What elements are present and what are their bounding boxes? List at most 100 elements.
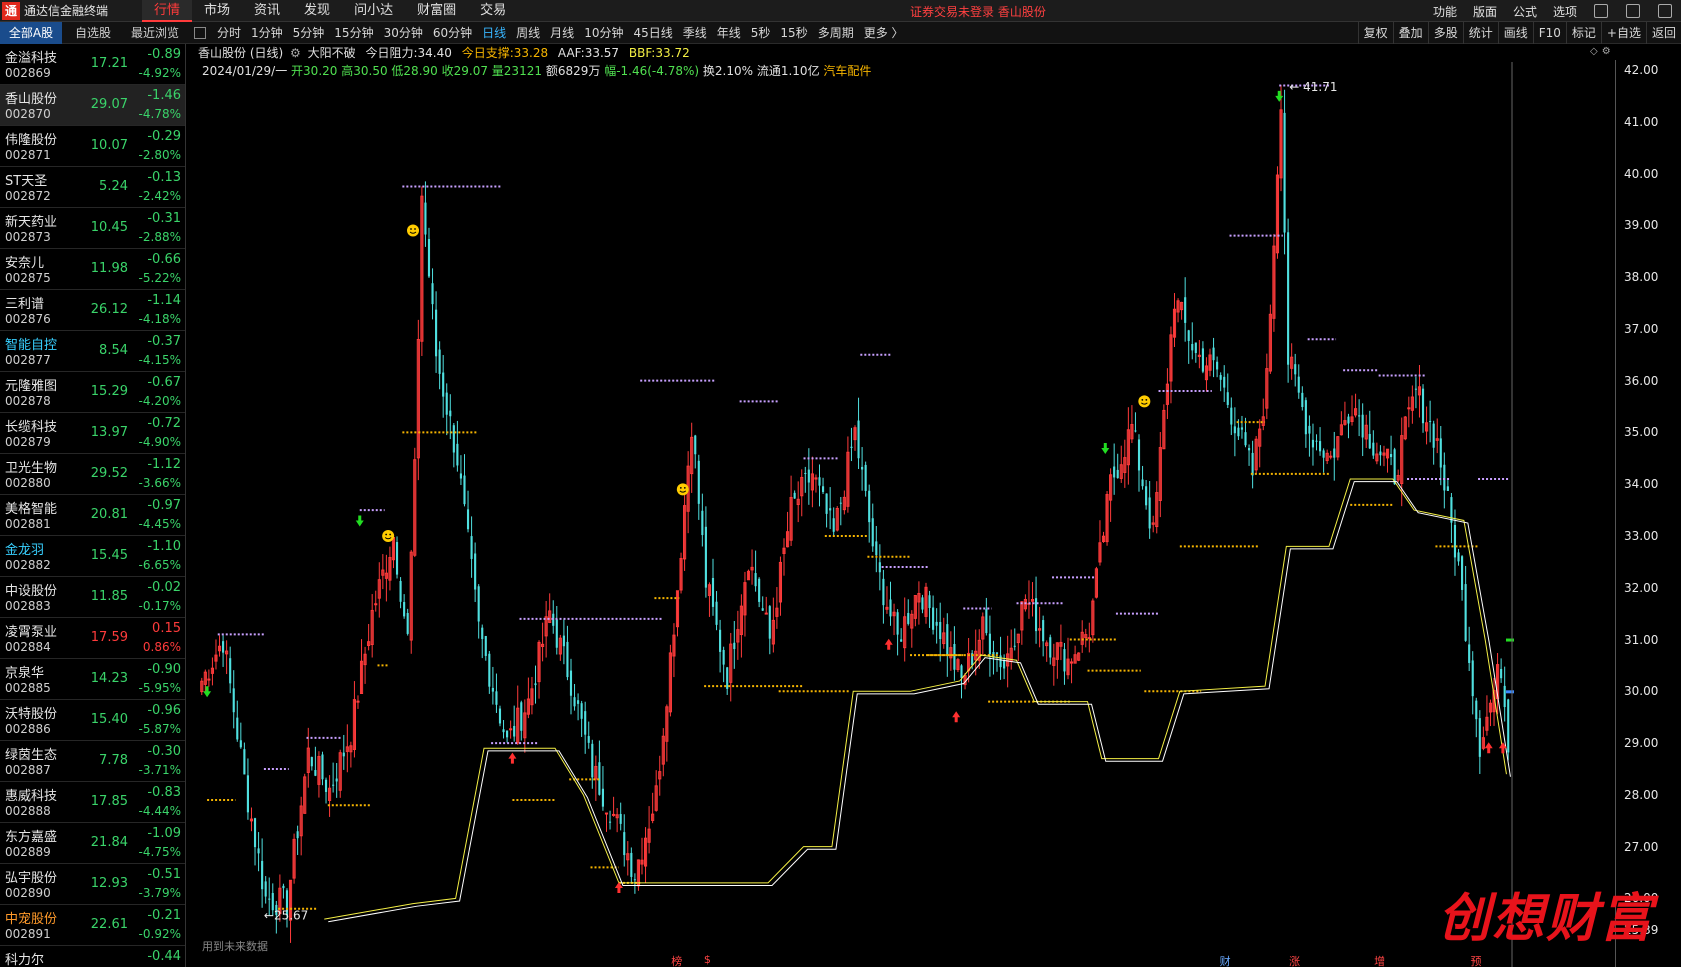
candle-body xyxy=(502,729,505,733)
period-tab-10[interactable]: 45日线 xyxy=(628,24,677,41)
candle-body xyxy=(601,788,605,807)
candle-body xyxy=(1414,388,1417,390)
right-menu-item-3[interactable]: 选项 xyxy=(1545,3,1585,20)
stock-change: -0.96 xyxy=(147,703,181,718)
stock-row[interactable]: 东方嘉盛 002889 21.84 -1.09 -4.75% xyxy=(0,823,185,864)
tool-5[interactable]: F10 xyxy=(1532,22,1566,44)
stock-row[interactable]: 金溢科技 002869 17.21 -0.89 -4.92% xyxy=(0,44,185,85)
stock-tab-0[interactable]: 全部A股 xyxy=(0,21,62,44)
period-tab-1[interactable]: 1分钟 xyxy=(246,24,288,41)
stock-row[interactable]: 元隆雅图 002878 15.29 -0.67 -4.20% xyxy=(0,372,185,413)
stock-row[interactable]: ST天圣 002872 5.24 -0.13 -2.42% xyxy=(0,167,185,208)
refresh-icon[interactable] xyxy=(1594,4,1608,18)
period-tab-14[interactable]: 15秒 xyxy=(775,24,812,41)
stock-row[interactable]: 三利谱 002876 26.12 -1.14 -4.18% xyxy=(0,290,185,331)
layout-icon[interactable] xyxy=(1658,4,1672,18)
kline-chart[interactable]: ← 41.71 ←25.67 xyxy=(198,62,1615,967)
candle-body xyxy=(314,770,317,776)
stock-row[interactable]: 智能自控 002877 8.54 -0.37 -4.15% xyxy=(0,331,185,372)
event-mark[interactable]: 财 xyxy=(1220,953,1231,967)
event-mark[interactable]: 涨 xyxy=(1289,953,1300,967)
candle-body xyxy=(935,621,938,626)
gear-icon[interactable]: ⚙ xyxy=(290,46,301,60)
period-tab-15[interactable]: 多周期 xyxy=(813,24,859,41)
period-tab-9[interactable]: 10分钟 xyxy=(579,24,628,41)
right-menu-item-1[interactable]: 版面 xyxy=(1465,3,1505,20)
candle-body xyxy=(296,831,299,839)
stock-row[interactable]: 新天药业 002873 10.45 -0.31 -2.88% xyxy=(0,208,185,249)
period-tab-16[interactable]: 更多 〉 xyxy=(859,24,909,41)
stock-row[interactable]: 卫光生物 002880 29.52 -1.12 -3.66% xyxy=(0,454,185,495)
stock-row[interactable]: 弘宇股份 002890 12.93 -0.51 -3.79% xyxy=(0,864,185,905)
stock-row[interactable]: 中设股份 002883 11.85 -0.02 -0.17% xyxy=(0,577,185,618)
event-mark[interactable]: 增 xyxy=(1374,953,1385,967)
stock-name: 中设股份 xyxy=(5,584,58,599)
window-icon[interactable] xyxy=(1626,4,1640,18)
menu-item-2[interactable]: 资讯 xyxy=(242,0,292,22)
candle-body xyxy=(896,612,899,635)
right-menu-item-2[interactable]: 公式 xyxy=(1505,3,1545,20)
period-tab-3[interactable]: 15分钟 xyxy=(329,24,378,41)
period-tab-12[interactable]: 年线 xyxy=(712,24,746,41)
stock-row[interactable]: 惠威科技 002888 17.85 -0.83 -4.44% xyxy=(0,782,185,823)
tool-8[interactable]: 返回 xyxy=(1645,22,1681,44)
stock-row[interactable]: 长缆科技 002879 13.97 -0.72 -4.90% xyxy=(0,413,185,454)
panel-toggle-icon[interactable] xyxy=(194,26,206,39)
menu-item-6[interactable]: 交易 xyxy=(468,0,518,22)
stock-row[interactable]: 科力尔 -0.44 xyxy=(0,946,185,967)
candle-body xyxy=(985,609,988,634)
stock-price: 8.54 xyxy=(99,343,128,358)
stock-row[interactable]: 凌霄泵业 002884 17.59 0.15 0.86% xyxy=(0,618,185,659)
period-tab-0[interactable]: 分时 xyxy=(212,24,246,41)
event-mark[interactable]: 榜 xyxy=(671,953,682,967)
menu-item-1[interactable]: 市场 xyxy=(192,0,242,22)
period-tab-2[interactable]: 5分钟 xyxy=(288,24,330,41)
stock-row[interactable]: 绿茵生态 002887 7.78 -0.30 -3.71% xyxy=(0,741,185,782)
stock-tab-1[interactable]: 自选股 xyxy=(62,22,124,44)
tool-3[interactable]: 统计 xyxy=(1462,22,1498,44)
stock-row[interactable]: 香山股份 002870 29.07 -1.46 -4.78% xyxy=(0,85,185,126)
stock-row[interactable]: 金龙羽 002882 15.45 -1.10 -6.65% xyxy=(0,536,185,577)
tool-7[interactable]: +自选 xyxy=(1600,22,1646,44)
stock-tab-2[interactable]: 最近浏览 xyxy=(124,22,186,44)
menu-item-5[interactable]: 财富圈 xyxy=(405,0,468,22)
settings-small-icon[interactable]: ⚙ xyxy=(1602,46,1611,57)
stock-row[interactable]: 安奈儿 002875 11.98 -0.66 -5.22% xyxy=(0,249,185,290)
period-tab-5[interactable]: 60分钟 xyxy=(428,24,477,41)
login-notice[interactable]: 证券交易未登录 香山股份 xyxy=(910,3,1046,20)
tool-1[interactable]: 叠加 xyxy=(1392,22,1428,44)
event-mark[interactable]: 预 xyxy=(1470,953,1481,967)
event-mark[interactable]: $ xyxy=(704,953,711,966)
indicator-name[interactable]: 大阳不破 xyxy=(308,46,356,60)
period-tab-7[interactable]: 周线 xyxy=(511,24,545,41)
candle-body xyxy=(399,580,402,602)
menu-item-3[interactable]: 发现 xyxy=(292,0,342,22)
stock-row[interactable]: 京泉华 002885 14.23 -0.90 -5.95% xyxy=(0,659,185,700)
period-tab-13[interactable]: 5秒 xyxy=(746,24,776,41)
tool-2[interactable]: 多股 xyxy=(1427,22,1463,44)
tool-6[interactable]: 标记 xyxy=(1565,22,1601,44)
menu-item-0[interactable]: 行情 xyxy=(142,0,193,22)
stock-row[interactable]: 美格智能 002881 20.81 -0.97 -4.45% xyxy=(0,495,185,536)
right-menu-item-0[interactable]: 功能 xyxy=(1425,3,1465,20)
diamond-icon[interactable]: ◇ xyxy=(1590,46,1598,57)
candle-body xyxy=(566,641,569,678)
stock-row[interactable]: 伟隆股份 002871 10.07 -0.29 -2.80% xyxy=(0,126,185,167)
menu-item-4[interactable]: 问小达 xyxy=(342,0,405,22)
period-tab-11[interactable]: 季线 xyxy=(678,24,712,41)
period-tab-4[interactable]: 30分钟 xyxy=(379,24,428,41)
stock-percent: -3.66% xyxy=(138,476,181,490)
stock-percent: -4.78% xyxy=(138,107,181,121)
tool-4[interactable]: 画线 xyxy=(1497,22,1533,44)
stock-price: 14.23 xyxy=(90,671,128,686)
tool-0[interactable]: 复权 xyxy=(1357,22,1393,44)
period-tab-8[interactable]: 月线 xyxy=(545,24,579,41)
stock-row[interactable]: 沃特股份 002886 15.40 -0.96 -5.87% xyxy=(0,700,185,741)
candle-body xyxy=(1003,660,1006,669)
candle-body xyxy=(257,848,260,854)
smiley-eye xyxy=(389,533,392,536)
resist-value: 34.40 xyxy=(417,46,452,60)
stock-row[interactable]: 中宠股份 002891 22.61 -0.21 -0.92% xyxy=(0,905,185,946)
period-tab-6[interactable]: 日线 xyxy=(477,24,511,41)
stock-code: 002890 xyxy=(5,886,51,900)
